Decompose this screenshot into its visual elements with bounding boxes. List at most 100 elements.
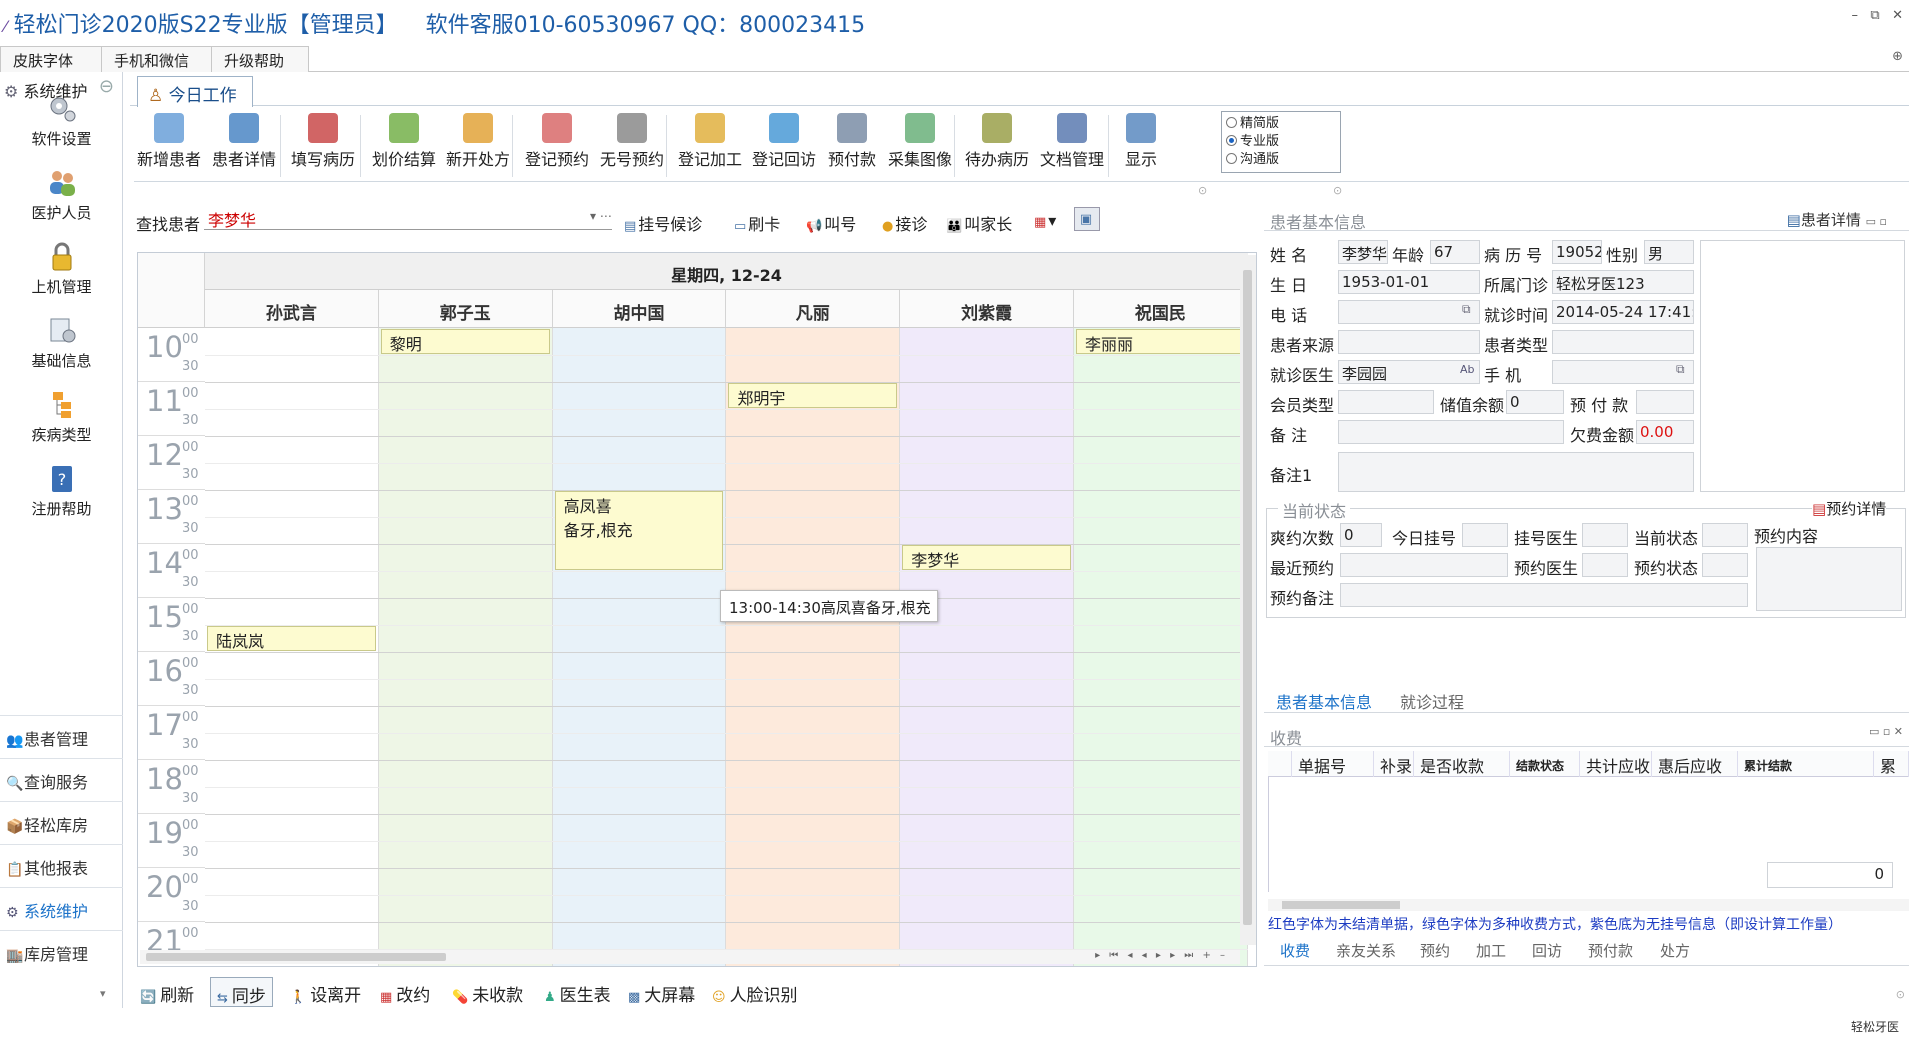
doctor-column-3[interactable] (726, 328, 901, 966)
sidebar-item-disease-types[interactable]: 疾病类型 (0, 390, 123, 462)
subtab-visit-process[interactable]: 就诊过程 (1400, 689, 1464, 713)
clinic-field[interactable]: 轻松牙医123 (1552, 270, 1694, 294)
spell-icon[interactable]: Ab (1460, 363, 1475, 376)
sex-field[interactable]: 男 (1644, 240, 1694, 264)
radio-lite[interactable]: 精简版 (1226, 115, 1336, 133)
phone-field[interactable] (1338, 300, 1480, 324)
doctor-header-0[interactable]: 孙武言 (205, 290, 379, 328)
charge-tab-prepay[interactable]: 预付款 (1588, 940, 1633, 961)
mobile-field[interactable] (1552, 360, 1694, 384)
doctor-header-3[interactable]: 凡丽 (726, 290, 901, 328)
maximize-button[interactable]: ⧉ (1870, 8, 1879, 23)
register-appointment-button[interactable]: 登记预约 (520, 113, 594, 179)
today-reg-field[interactable] (1462, 523, 1508, 547)
charge-total-field[interactable]: 0 (1767, 862, 1893, 888)
panel-toggle-icon[interactable]: ⊙ (1896, 988, 1905, 1001)
calendar-menu-button[interactable]: ▦ ▾ (1034, 211, 1056, 230)
doctor-column-2[interactable] (552, 328, 727, 966)
schedule-vertical-scrollbar[interactable] (1240, 255, 1256, 945)
register-wait-button[interactable]: ▤ 挂号候诊 (624, 211, 702, 235)
big-screen-button[interactable]: ▩ 大屏幕 (628, 981, 695, 1006)
swipe-card-button[interactable]: ▭ 刷卡 (734, 211, 780, 235)
charge-col-discount[interactable]: 惠后应收 (1652, 751, 1738, 777)
age-field[interactable]: 67 (1430, 240, 1480, 264)
minimize-button[interactable]: – (1851, 8, 1858, 23)
radio-pro[interactable]: 专业版 (1226, 133, 1336, 151)
name-field[interactable]: 李梦华 (1338, 240, 1388, 264)
scroll-thumb[interactable] (1243, 270, 1252, 925)
register-processing-button[interactable]: 登记加工 (674, 113, 746, 179)
charge-hscroll[interactable] (1268, 899, 1909, 911)
module-patient-management[interactable]: 👥患者管理 (0, 715, 123, 758)
doctor-table-button[interactable]: ♟ 医生表 (544, 981, 611, 1006)
module-system-maintenance[interactable]: ⚙ 系统维护 (0, 887, 123, 930)
register-followup-button[interactable]: 登记回访 (752, 113, 816, 179)
search-dropdown-icon[interactable]: ▾ ⋯ (590, 209, 612, 223)
patient-detail-button[interactable]: 患者详情 (210, 113, 278, 179)
charge-tab-appointment[interactable]: 预约 (1420, 940, 1450, 961)
sidebar-item-medical-staff[interactable]: 医护人员 (0, 168, 123, 240)
display-button[interactable]: 显示 (1116, 113, 1166, 179)
new-patient-button[interactable]: 新增患者 (134, 113, 204, 179)
doctor-header-2[interactable]: 胡中国 (552, 290, 727, 328)
appointment-block[interactable]: 李梦华 (902, 545, 1071, 570)
patient-search-input[interactable] (204, 208, 612, 230)
appointment-block[interactable]: 陆岚岚 (207, 626, 376, 651)
collapse-ribbon-icon[interactable]: ⊕ (1892, 49, 1903, 64)
h-scroll-thumb[interactable] (146, 953, 446, 961)
charge-col-supp[interactable]: 补录 (1374, 751, 1414, 777)
current-state-field[interactable] (1702, 523, 1748, 547)
radio-lite-circle[interactable] (1226, 117, 1237, 128)
menu-mobile-wechat[interactable]: 手机和微信 (101, 46, 212, 72)
doctor-header-5[interactable]: 祝国民 (1074, 290, 1248, 328)
ribbon-expand-icon[interactable]: ⊙ (1198, 184, 1207, 197)
copy-mobile-icon[interactable]: ⧉ (1676, 362, 1685, 377)
appt-content-field[interactable] (1756, 547, 1902, 611)
module-other-reports[interactable]: 📋其他报表 (0, 844, 123, 887)
screenshot-button[interactable]: ▣ (1074, 207, 1100, 231)
document-management-button[interactable]: 文档管理 (1038, 113, 1106, 179)
charge-col-settle[interactable]: 结款状态 (1510, 751, 1580, 777)
birth-field[interactable]: 1953-01-01 (1338, 270, 1480, 294)
prepayment-button[interactable]: 预付款 (822, 113, 882, 179)
patient-photo-box[interactable] (1700, 240, 1905, 492)
charge-col-bill[interactable]: 单据号 (1292, 751, 1374, 777)
appointment-block[interactable]: 李丽丽 (1076, 329, 1245, 354)
face-recognition-button[interactable]: ☺ 人脸识别 (712, 981, 798, 1006)
charge-tab-prescription[interactable]: 处方 (1660, 940, 1690, 961)
module-warehouse-management[interactable]: 🏬库房管理 (0, 930, 123, 973)
sidebar-item-login-management[interactable]: 上机管理 (0, 242, 123, 314)
charge-col-more[interactable]: 累 (1874, 751, 1909, 777)
appt-state-field[interactable] (1702, 553, 1748, 577)
type-field[interactable] (1552, 330, 1694, 354)
sidebar-item-registration-help[interactable]: ? 注册帮助 (0, 464, 123, 536)
pager-icons[interactable]: ▸ ⏮ ◂ ◂ ▸ ▸ ⏭ + – (1095, 950, 1228, 961)
radio-comm-circle[interactable] (1226, 153, 1237, 164)
panel-pin-icon[interactable]: ▭ ▫ (1866, 215, 1887, 228)
radio-pro-circle[interactable] (1226, 135, 1237, 146)
doctor-header-1[interactable]: 郭子玉 (378, 290, 553, 328)
tab-today-work[interactable]: ♙ 今日工作 (137, 76, 253, 107)
appointment-block[interactable]: 高凤喜 备牙,根充 (554, 491, 724, 570)
subtab-basic-info[interactable]: 患者基本信息 (1276, 689, 1372, 713)
doctor-column-1[interactable] (378, 328, 553, 966)
sync-button[interactable]: ⇆ 同步 (210, 977, 273, 1007)
no-number-appointment-button[interactable]: 无号预约 (600, 113, 664, 179)
pricing-settle-button[interactable]: 划价结算 (368, 113, 440, 179)
accept-patient-button[interactable]: ● 接诊 (882, 211, 927, 235)
sidebar-item-software-settings[interactable]: 软件设置 (0, 94, 123, 166)
note-field[interactable] (1338, 420, 1564, 444)
charge-window-controls[interactable]: ▭ ▫ ✕ (1869, 725, 1903, 738)
appt-doctor-field[interactable] (1582, 553, 1628, 577)
capture-image-button[interactable]: 采集图像 (888, 113, 952, 179)
doctor-header-4[interactable]: 刘紫霞 (900, 290, 1074, 328)
balance-field[interactable]: 0 (1506, 390, 1564, 414)
doctor-column-5[interactable] (1074, 328, 1248, 966)
nav-overflow-icon[interactable]: ▾ (100, 987, 106, 1000)
appointment-detail-link[interactable]: ▤预约详情 (1812, 498, 1887, 519)
member-field[interactable] (1338, 390, 1434, 414)
missed-count-field[interactable]: 0 (1340, 523, 1382, 547)
new-prescription-button[interactable]: 新开处方 (446, 113, 510, 179)
ribbon-expand-icon-2[interactable]: ⊙ (1333, 184, 1342, 197)
charge-tab-processing[interactable]: 加工 (1476, 940, 1506, 961)
